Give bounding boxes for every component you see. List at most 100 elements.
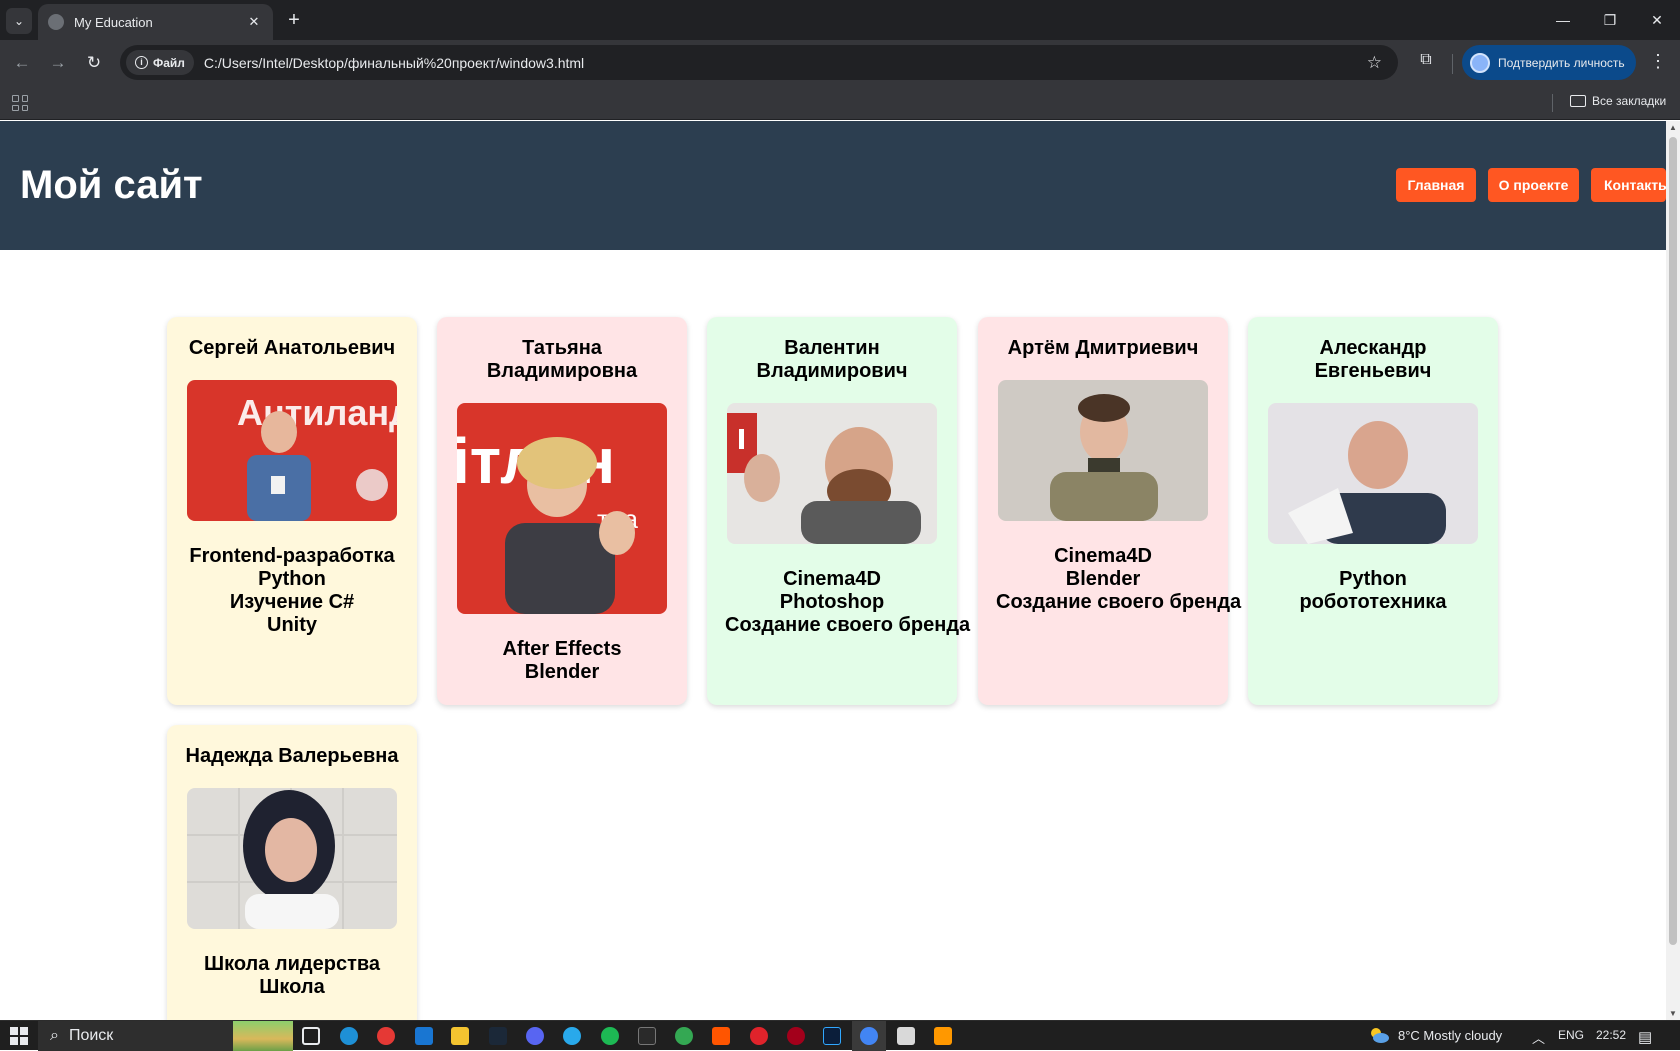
course-item: Школа лидерства [203, 953, 381, 975]
all-bookmarks-label: Все закладки [1592, 94, 1667, 108]
browser-toolbar: ← → ↻ i Файл C:/Users/Intel/Desktop/фина… [0, 40, 1680, 86]
scroll-down-arrow-icon[interactable]: ▼ [1668, 1009, 1678, 1018]
photoshop-icon[interactable] [823, 1027, 841, 1045]
teacher-card: Алескандр Евгеньевич Python робототехник… [1248, 317, 1498, 705]
windows-taskbar: ⌕ Поиск 8°C Mostly cloudy ︿ ENG 22:52 ▤ [0, 1020, 1680, 1051]
back-arrow-icon[interactable]: ← [10, 51, 34, 75]
profile-button[interactable]: Подтвердить личность [1462, 45, 1636, 80]
course-item: Frontend-разработка [189, 545, 395, 567]
teacher-card: Надежда Валерьевна Школа лидерства Школа [167, 725, 417, 1020]
discord-icon[interactable] [526, 1027, 544, 1045]
teacher-name: Надежда Валерьевна [185, 745, 399, 767]
forward-arrow-icon[interactable]: → [46, 51, 70, 75]
teacher-courses: Cinema4D Photoshop Создание своего бренд… [725, 568, 971, 637]
all-bookmarks-button[interactable]: Все закладки [1570, 94, 1666, 108]
mail-icon[interactable] [415, 1027, 433, 1045]
new-tab-button[interactable]: + [282, 8, 306, 32]
profile-avatar-icon [1470, 52, 1490, 73]
opera-gx-icon[interactable] [750, 1027, 768, 1045]
course-item: Python [1339, 568, 1407, 590]
site-title: Мой сайт [20, 163, 203, 207]
teacher-card: Татьяна Владимировна ітлан тла After Eff… [437, 317, 687, 705]
windows-start-icon[interactable] [10, 1027, 28, 1045]
teacher-name: Валентин Владимирович [756, 337, 908, 382]
edge-icon[interactable] [340, 1027, 358, 1045]
chrome-icon[interactable] [675, 1027, 693, 1045]
course-item: Unity [267, 614, 317, 636]
soundcloud-icon[interactable] [712, 1027, 730, 1045]
nav-about-button[interactable]: О проекте [1488, 168, 1579, 202]
sublime-text-icon[interactable] [934, 1027, 952, 1045]
epic-games-icon[interactable] [638, 1027, 656, 1045]
kebab-menu-icon[interactable]: ⋮ [1648, 51, 1668, 75]
info-icon: i [135, 56, 148, 69]
teacher-courses: Школа лидерства Школа [185, 953, 399, 999]
notifications-icon[interactable]: ▤ [1638, 1028, 1652, 1046]
course-item: Создание своего бренда [996, 591, 1242, 613]
browser-tab-active[interactable]: My Education ✕ [38, 4, 273, 40]
teacher-courses: Cinema4D Blender Создание своего бренда [996, 545, 1242, 614]
teacher-name: Сергей Анатольевич [188, 337, 396, 359]
roblox-icon[interactable] [897, 1027, 915, 1045]
url-text[interactable]: C:/Users/Intel/Desktop/финальный%20проек… [204, 55, 1367, 71]
tab-close-icon[interactable]: ✕ [245, 14, 263, 30]
teacher-name: Алескандр Евгеньевич [1314, 337, 1432, 382]
task-view-icon[interactable] [302, 1027, 320, 1045]
globe-icon [48, 14, 64, 30]
clock-time[interactable]: 22:52 [1596, 1028, 1626, 1042]
course-item: Photoshop [779, 591, 885, 613]
chrome-active-icon[interactable] [860, 1027, 878, 1045]
teacher-card: Сергей Анатольевич Антиланди Frontend-ра… [167, 317, 417, 705]
toolbar-divider [1452, 54, 1453, 74]
course-item: Изучение C# [229, 591, 355, 613]
language-indicator[interactable]: ENG [1558, 1028, 1584, 1042]
teacher-card: Валентин Владимирович Cinema4D Photoshop… [707, 317, 971, 705]
window-close-button[interactable]: ✕ [1634, 0, 1680, 40]
yandex-browser-icon[interactable] [377, 1027, 395, 1045]
tray-chevron-up-icon[interactable]: ︿ [1532, 1028, 1545, 1047]
scrollbar-thumb[interactable] [1669, 137, 1677, 945]
telegram-icon[interactable] [563, 1027, 581, 1045]
tab-title: My Education [74, 14, 153, 30]
site-header: Мой сайт Главная О проекте Контакты [0, 121, 1666, 250]
file-explorer-icon[interactable] [451, 1027, 469, 1045]
course-item: Создание своего бренда [725, 614, 971, 636]
bookmarks-bar: Все закладки [0, 86, 1680, 120]
teacher-courses: After Effects Blender [455, 638, 669, 684]
weather-text[interactable]: 8°C Mostly cloudy [1398, 1028, 1502, 1043]
steam-icon[interactable] [489, 1027, 507, 1045]
teacher-card: Артём Дмитриевич Cinema4D Blender Создан… [978, 317, 1242, 705]
magnifier-icon: ⌕ [50, 1027, 59, 1044]
taskbar-search-label: Поиск [68, 1027, 114, 1044]
teacher-courses: Frontend-разработка Python Изучение C# U… [185, 545, 399, 637]
bookmark-star-icon[interactable]: ☆ [1367, 53, 1382, 73]
site-info-chip[interactable]: i Файл [126, 50, 194, 75]
nav-contacts-button[interactable]: Контакты [1591, 168, 1666, 202]
apps-grid-icon[interactable] [12, 95, 28, 111]
extensions-puzzle-icon[interactable]: ⧉ [1414, 51, 1438, 75]
teacher-photo: ітлан тла [457, 403, 667, 614]
course-item: Cinema4D [1054, 545, 1152, 567]
search-highlight-image [233, 1021, 293, 1051]
folder-icon [1570, 95, 1586, 107]
page-scrollbar[interactable]: ▲ ▼ [1666, 121, 1680, 1020]
address-bar[interactable]: i Файл C:/Users/Intel/Desktop/финальный%… [120, 45, 1398, 80]
reload-icon[interactable]: ↻ [82, 51, 106, 75]
scroll-up-arrow-icon[interactable]: ▲ [1668, 123, 1678, 132]
tab-search-chevron-icon[interactable]: ⌄ [6, 8, 32, 34]
course-item: Blender [1065, 568, 1141, 590]
window-restore-button[interactable]: ❐ [1587, 0, 1633, 40]
window-minimize-button[interactable]: — [1540, 0, 1586, 40]
course-item: Школа [259, 976, 325, 998]
course-item: Blender [524, 661, 600, 683]
spotify-icon[interactable] [601, 1027, 619, 1045]
page-viewport: Мой сайт Главная О проекте Контакты Серг… [0, 121, 1680, 1020]
teacher-name: Татьяна Владимировна [486, 337, 638, 382]
opera-icon[interactable] [787, 1027, 805, 1045]
course-item: After Effects [502, 638, 622, 660]
svg-text:Антиланди: Антиланди [237, 392, 397, 433]
nav-home-button[interactable]: Главная [1396, 168, 1476, 202]
cloudy-weather-icon [1371, 1028, 1389, 1043]
teacher-name: Артём Дмитриевич [1007, 337, 1199, 359]
taskbar-search[interactable]: ⌕ Поиск [38, 1021, 293, 1051]
